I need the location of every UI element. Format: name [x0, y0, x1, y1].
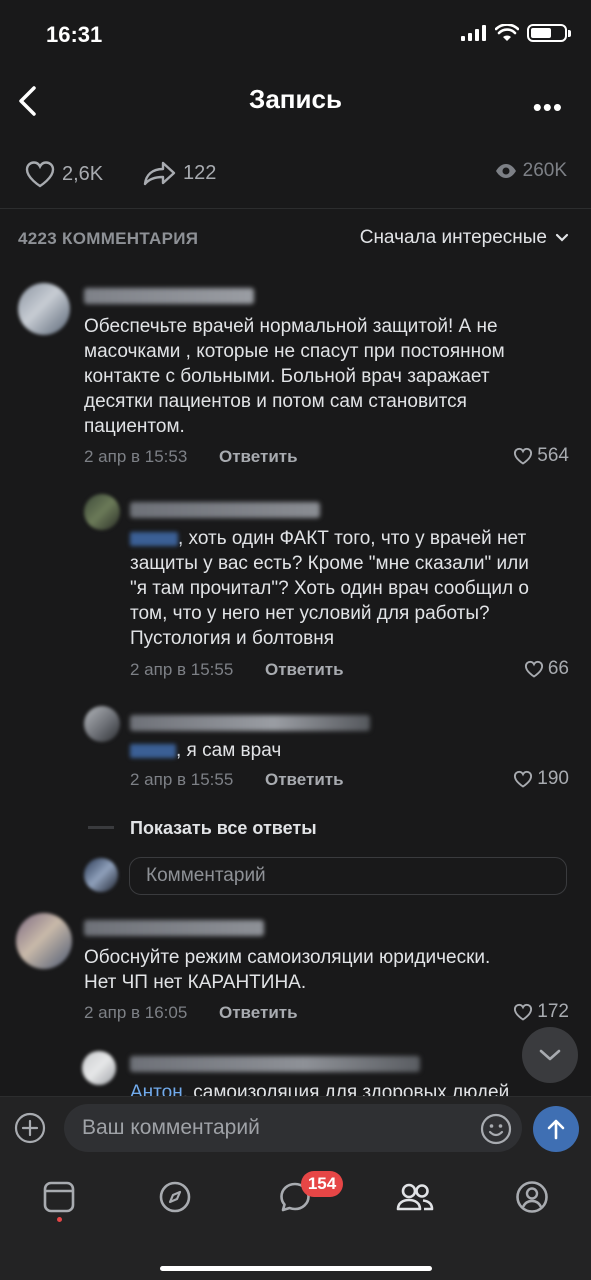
comment-line: защиты у вас есть? Кроме "мне сказали" и… [130, 553, 529, 574]
mention-link[interactable]: Антон [130, 1082, 183, 1096]
comment-date: 2 апр в 15:55 [130, 660, 234, 679]
like-count: 2,6K [62, 162, 104, 185]
avatar[interactable] [84, 706, 120, 742]
reply-input[interactable]: Комментарий [129, 857, 567, 895]
avatar [84, 858, 118, 892]
comment-line: , я сам врач [176, 740, 282, 761]
avatar[interactable] [82, 1051, 116, 1085]
plus-icon[interactable] [14, 1112, 46, 1144]
author-name[interactable] [130, 1056, 420, 1072]
reply-button[interactable]: Ответить [219, 447, 298, 467]
comment-line: десятки пациентов и потом сам становится [84, 391, 467, 412]
discover-icon[interactable] [158, 1180, 192, 1214]
home-indicator [160, 1266, 432, 1271]
heart-icon [25, 161, 55, 188]
show-all-replies-button[interactable]: Показать все ответы [130, 818, 317, 839]
comment-text: Антон, самоизоляция для здоровых людей [130, 1080, 509, 1096]
comment-line: том, что у него нет условий для работы? [130, 603, 490, 624]
like-count: 190 [537, 768, 569, 789]
wifi-icon [495, 24, 519, 41]
reply-button[interactable]: Ответить [265, 660, 344, 680]
heart-icon [514, 1003, 533, 1021]
avatar[interactable] [16, 913, 72, 969]
share-count: 122 [183, 161, 217, 184]
sort-label: Сначала интересные [359, 227, 547, 248]
comment-text: Обеспечьте врачей нормальной защитой! А … [84, 314, 584, 439]
comment-like-button[interactable]: 172 [513, 1001, 569, 1023]
mention-link[interactable] [130, 531, 178, 546]
comment-line: Пустология и болтовня [130, 628, 334, 649]
friends-icon[interactable] [396, 1180, 434, 1214]
chevron-down-icon [539, 1049, 561, 1061]
status-icons [461, 24, 571, 42]
comment-line: масочками , которые не спасут при постоя… [84, 341, 505, 362]
author-name[interactable] [130, 502, 320, 518]
reply-button[interactable]: Ответить [219, 1003, 298, 1023]
comment-line: пациентом. [84, 416, 185, 437]
comment-like-button[interactable]: 564 [513, 445, 569, 467]
signal-icon [461, 25, 486, 41]
divider [0, 208, 591, 209]
news-icon[interactable] [42, 1180, 76, 1214]
profile-icon[interactable] [515, 1180, 549, 1214]
comment-text: , хоть один ФАКТ того, что у врачей нет … [130, 526, 580, 651]
comment-text: Обоснуйте режим самоизоляции юридически.… [84, 945, 584, 995]
news-dot [57, 1217, 62, 1222]
comment-date: 2 апр в 15:55 [130, 770, 234, 789]
comment-line: Обоснуйте режим самоизоляции юридически. [84, 947, 491, 968]
status-time: 16:31 [46, 22, 103, 47]
comment-date: 2 апр в 16:05 [84, 1003, 188, 1022]
comment-like-button[interactable]: 66 [524, 658, 569, 680]
comment-line: "я там прочитал"? Хоть один врач сообщил… [130, 578, 529, 599]
comment-date: 2 апр в 15:53 [84, 447, 188, 466]
like-count: 172 [537, 1001, 569, 1022]
scroll-down-button[interactable] [522, 1027, 578, 1083]
author-name[interactable] [84, 288, 254, 304]
comments-count: 4223 КОММЕНТАРИЯ [18, 229, 199, 248]
avatar[interactable] [18, 283, 70, 335]
sort-dropdown[interactable]: Сначала интересные [360, 227, 569, 249]
mention-link[interactable] [130, 743, 176, 758]
avatar[interactable] [84, 494, 120, 530]
messages-badge: 154 [301, 1171, 343, 1197]
comment-line: , самоизоляция для здоровых людей [182, 1082, 510, 1096]
heart-icon [524, 660, 543, 678]
send-icon [547, 1119, 565, 1140]
chevron-down-icon [555, 233, 569, 242]
battery-icon [527, 24, 571, 42]
reply-button[interactable]: Ответить [265, 770, 344, 790]
comment-line: контакте с больными. Больной врач заража… [84, 366, 490, 387]
thread-line [88, 826, 114, 829]
emoji-icon[interactable] [480, 1113, 512, 1145]
author-name[interactable] [84, 920, 264, 936]
comment-line: Нет ЧП нет КАРАНТИНА. [84, 972, 307, 993]
page-title: Запись [249, 84, 342, 114]
send-button[interactable] [533, 1106, 579, 1152]
comment-like-button[interactable]: 190 [513, 768, 569, 790]
like-button[interactable]: 2,6K [24, 160, 103, 188]
view-count: 260K [495, 160, 567, 182]
more-icon[interactable]: ••• [533, 92, 563, 123]
comment-input[interactable]: Ваш комментарий [64, 1104, 522, 1152]
heart-icon [514, 447, 533, 465]
comment-line: Обеспечьте врачей нормальной защитой! А … [84, 316, 498, 337]
views-value: 260K [522, 160, 567, 181]
comment-text: , я сам врач [130, 738, 281, 763]
eye-icon [495, 164, 516, 178]
like-count: 564 [537, 445, 569, 466]
like-count: 66 [547, 658, 569, 679]
share-button[interactable]: 122 [143, 160, 216, 186]
comment-line: , хоть один ФАКТ того, что у врачей нет [178, 528, 527, 549]
heart-icon [514, 770, 533, 788]
share-icon [143, 161, 176, 186]
author-name[interactable] [130, 715, 370, 731]
